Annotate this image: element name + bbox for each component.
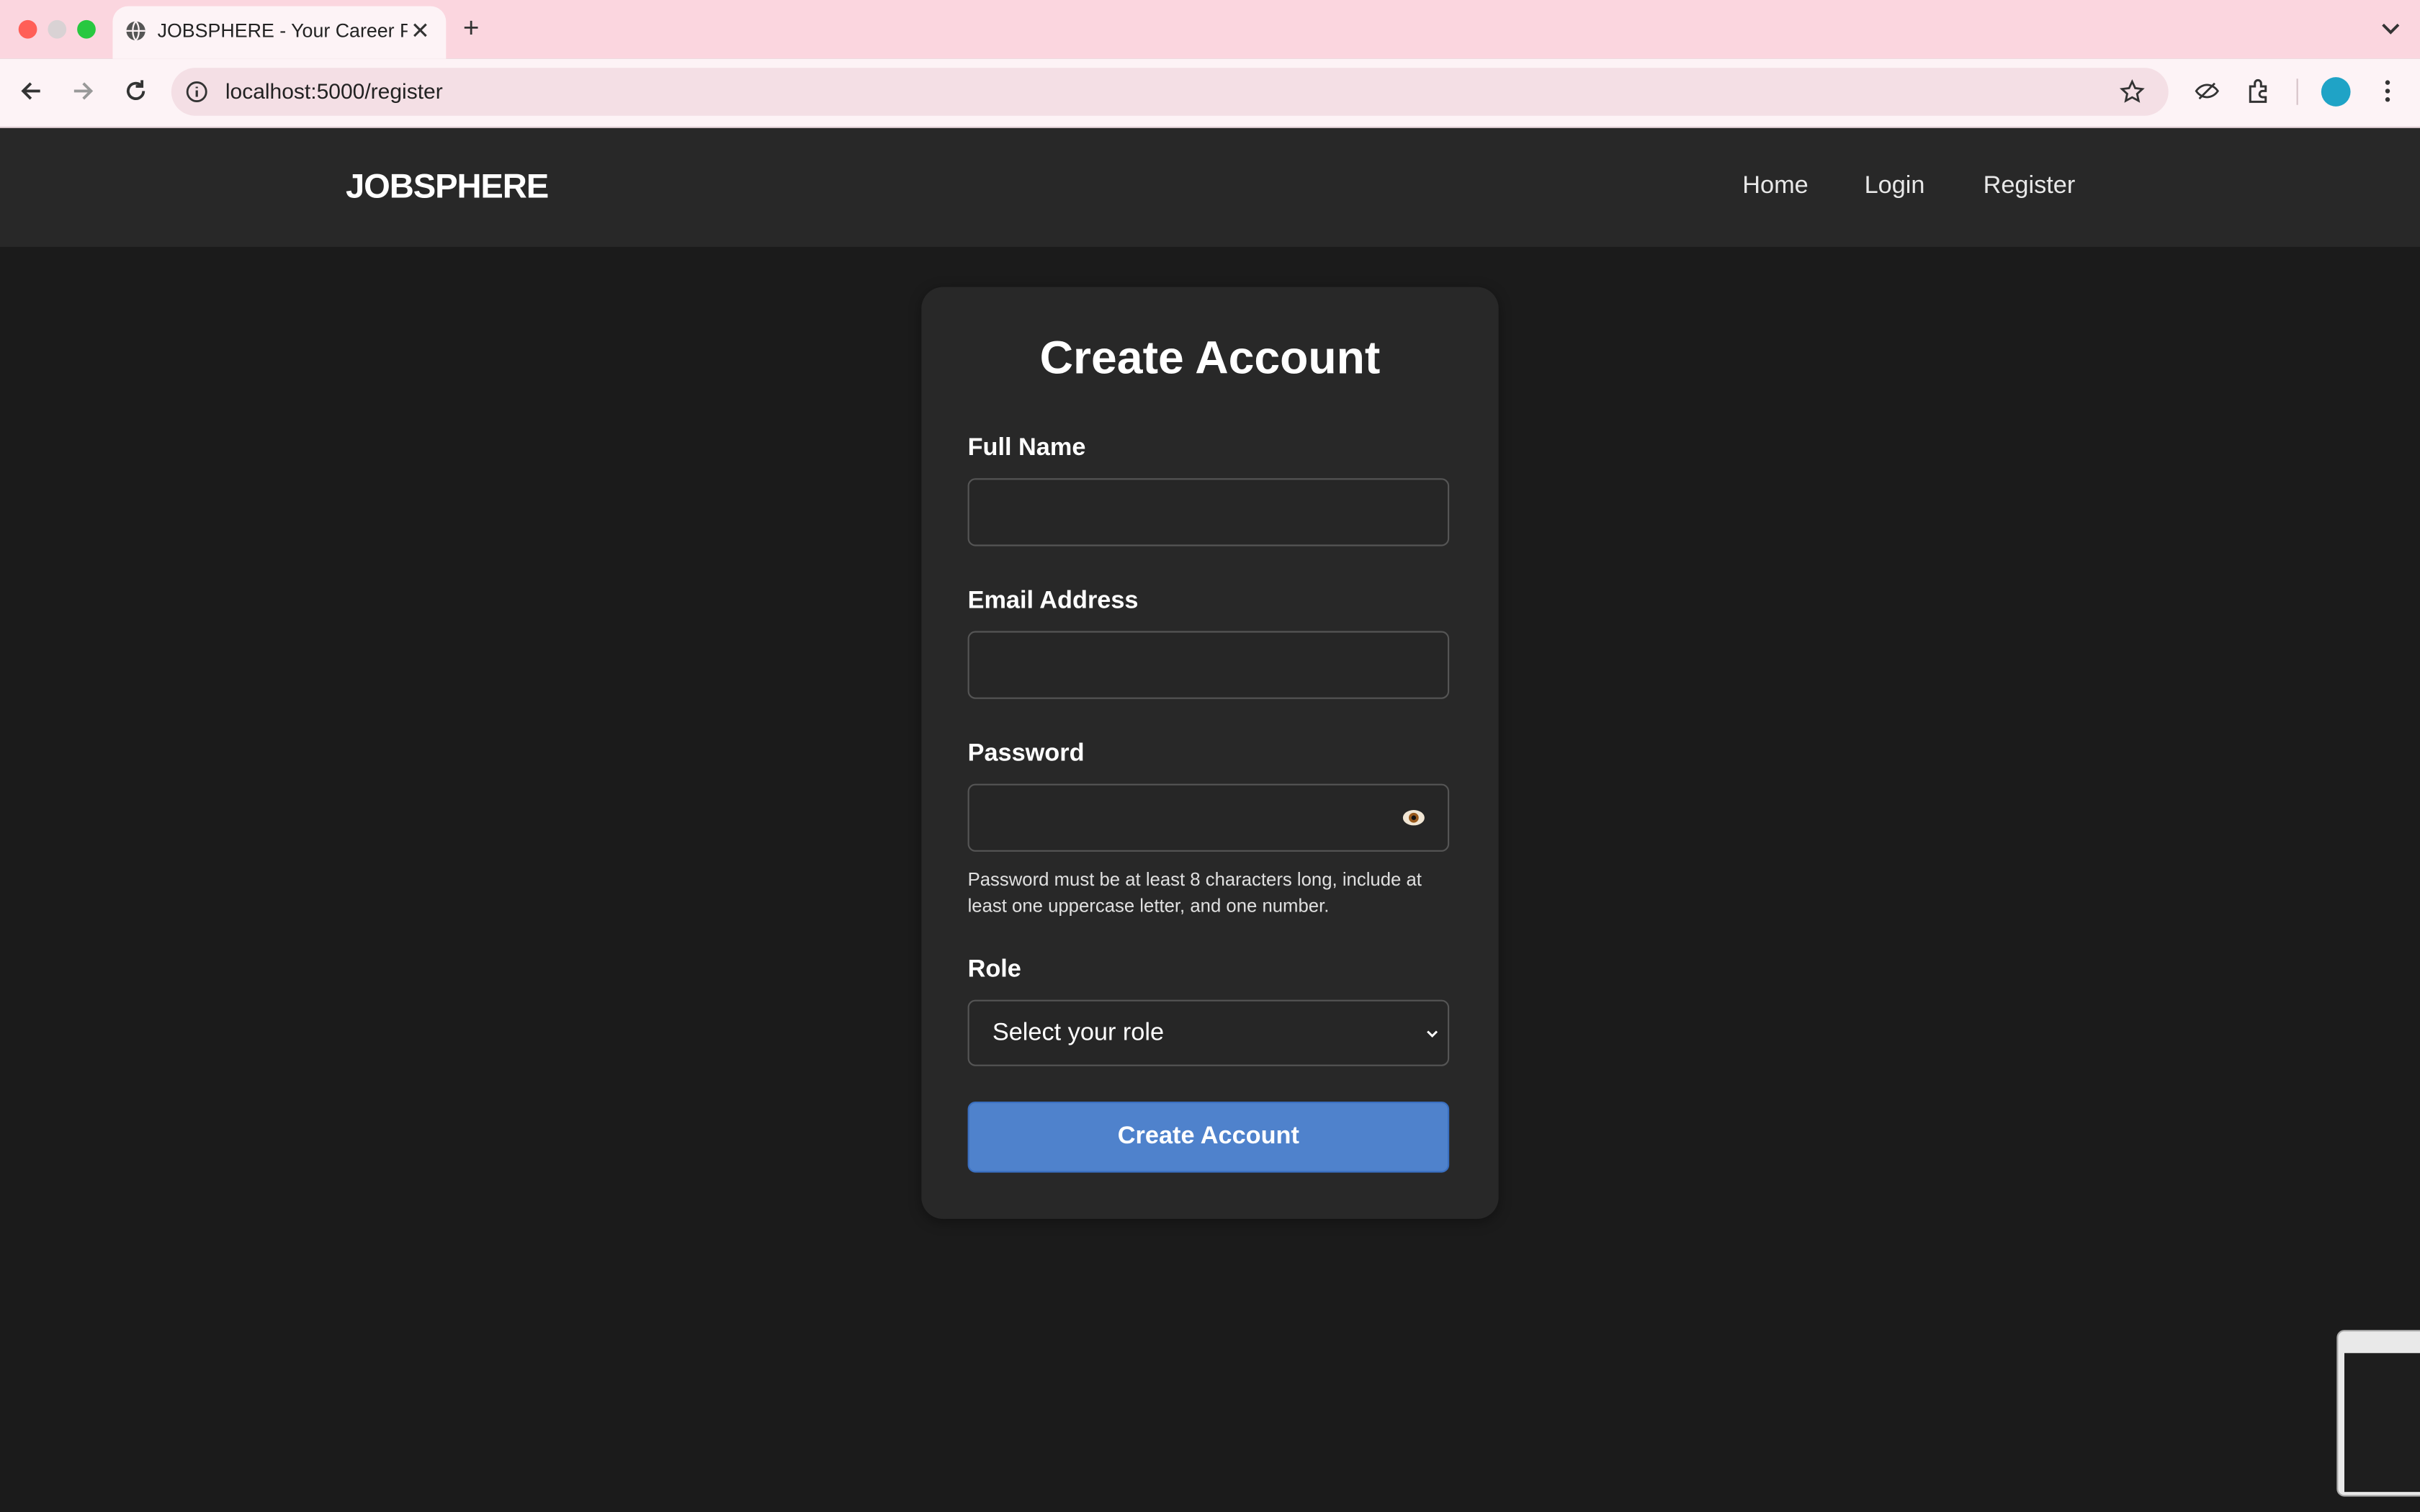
back-icon[interactable] [17,77,45,105]
url-text: localhost:5000/register [225,78,443,104]
email-field[interactable] [967,631,1450,699]
nav-login[interactable]: Login [1865,173,1925,201]
nav-register[interactable]: Register [1984,173,2076,201]
forward-icon[interactable] [69,77,97,105]
password-label: Password [967,740,1085,767]
password-field[interactable] [967,783,1450,852]
maximize-window-button[interactable] [77,19,96,39]
full-name-label: Full Name [967,435,1086,462]
profile-avatar[interactable] [2321,77,2351,107]
role-selected-value: Select your role [992,1020,1165,1046]
register-card: Create Account Full Name Email Address P… [921,287,1499,1219]
email-label: Email Address [967,588,1139,614]
full-name-field[interactable] [967,478,1450,546]
create-account-button[interactable]: Create Account [967,1102,1450,1173]
toolbar-divider [2296,78,2298,105]
more-menu-icon[interactable] [2374,77,2402,105]
role-select[interactable]: Select your role [967,999,1450,1066]
nav-home[interactable]: Home [1742,173,1808,201]
globe-icon [126,20,145,41]
close-window-button[interactable] [18,19,37,39]
reload-icon[interactable] [122,77,150,105]
eye-slash-icon[interactable] [2193,77,2221,105]
tab-close-icon[interactable]: ✕ [411,17,430,45]
site-logo[interactable]: JOBSPHERE [346,166,549,207]
address-bar[interactable]: localhost:5000/register [171,68,2169,116]
email-input[interactable] [969,632,1448,698]
chevron-down-icon[interactable] [2378,15,2403,40]
page-title: Create Account [1039,333,1381,384]
password-hint: Password must be at least 8 characters l… [967,868,1422,917]
thumbnail-preview [2344,1353,2420,1493]
bookmark-star-icon[interactable] [2119,78,2145,104]
new-tab-icon[interactable]: + [463,12,480,45]
window-thumbnail[interactable] [2336,1330,2420,1497]
tab-title: JOBSPHERE - Your Career Pla [157,19,408,42]
password-input[interactable] [969,785,1448,850]
show-password-icon[interactable] [1402,809,1426,827]
full-name-input[interactable] [969,480,1448,545]
site-info-icon[interactable] [185,80,208,103]
browser-tab[interactable]: JOBSPHERE - Your Career Pla ✕ [112,6,447,59]
browser-tab-bar: JOBSPHERE - Your Career Pla ✕ + [0,0,2420,59]
browser-toolbar: localhost:5000/register [0,58,2420,128]
chevron-down-icon [1427,1030,1438,1038]
minimize-window-button[interactable] [48,19,67,39]
role-label: Role [967,956,1021,983]
extensions-icon[interactable] [2246,77,2274,105]
